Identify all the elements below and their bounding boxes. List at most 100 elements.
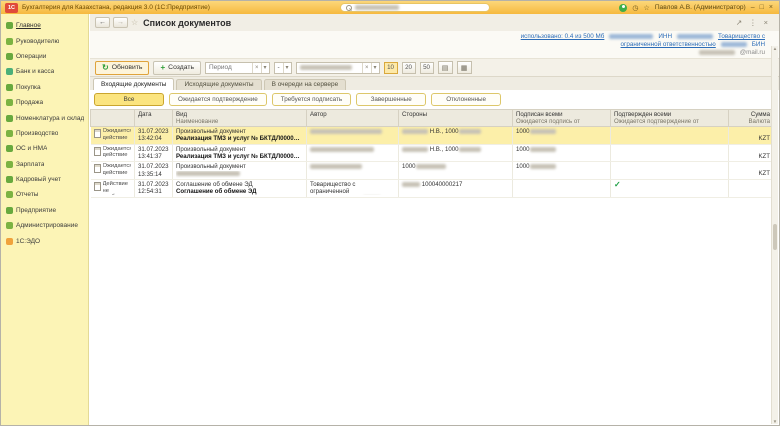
- cell-date: 31.07.202313:41:37: [135, 144, 173, 162]
- close-icon[interactable]: ×: [769, 4, 773, 11]
- col-kind[interactable]: ВидНаименование: [173, 110, 307, 127]
- redacted-party: [459, 147, 481, 152]
- col-confirmed[interactable]: Подтвержден всемиОжидается подтверждение…: [611, 110, 729, 127]
- sidebar-item-purchase[interactable]: Покупка: [1, 80, 88, 95]
- sidebar-item-label: Зарплата: [16, 161, 44, 168]
- col-sum[interactable]: СуммаВалюта: [729, 110, 774, 127]
- page-size-10-button[interactable]: 10: [384, 62, 398, 74]
- cell-confirmed: [611, 162, 729, 180]
- filter-needs-signature[interactable]: Требуется подписать: [272, 93, 351, 106]
- more-icon[interactable]: ⋮: [749, 18, 757, 27]
- vertical-scrollbar[interactable]: ▲ ▼: [771, 46, 778, 424]
- filter-all[interactable]: Все: [94, 93, 164, 106]
- cell-signed: 1000: [513, 127, 611, 145]
- scroll-down-icon[interactable]: ▼: [772, 419, 778, 424]
- maximize-icon[interactable]: □: [760, 4, 764, 11]
- org-link-line1[interactable]: Товарищество с: [718, 33, 765, 40]
- sidebar-item-reports[interactable]: Отчеты: [1, 187, 88, 202]
- user-icon[interactable]: [619, 4, 627, 12]
- redacted-inn: [677, 34, 713, 39]
- sidebar-item-inventory[interactable]: Номенклатура и склад: [1, 110, 88, 125]
- org-link-line2[interactable]: ограниченной ответственностью: [621, 41, 716, 48]
- doc-kind-clear-icon[interactable]: ×: [362, 63, 371, 73]
- col-author[interactable]: Автор: [307, 110, 399, 127]
- filter-completed[interactable]: Завершенные: [356, 93, 426, 106]
- sidebar-item-label: Покупка: [16, 84, 41, 91]
- table-row[interactable]: Ожидается действие 31.07.202313:41:37 Пр…: [91, 144, 774, 162]
- usage-link[interactable]: использовано: 0.4 из 500 Мб: [521, 33, 605, 40]
- period-clear-icon[interactable]: ×: [252, 63, 261, 73]
- col-parties[interactable]: Стороны: [399, 110, 513, 127]
- period-field[interactable]: × ▾: [205, 62, 270, 74]
- sidebar-item-sales[interactable]: Продажа: [1, 95, 88, 110]
- page-size-20-button[interactable]: 20: [402, 62, 416, 74]
- scrollbar-thumb[interactable]: [773, 224, 777, 250]
- inn-label: ИНН: [658, 33, 672, 40]
- list-view-button[interactable]: ▤: [438, 61, 453, 74]
- combo-dropdown-icon[interactable]: ▾: [283, 63, 291, 73]
- sidebar-item-administration[interactable]: Администрирование: [1, 218, 88, 233]
- titlebar-icons: ◷ ☆ Павлов А.В. (Администратор) – □ ×: [619, 4, 775, 12]
- fixed-assets-icon: [6, 145, 13, 152]
- current-user[interactable]: Павлов А.В. (Администратор): [655, 4, 746, 11]
- col-status[interactable]: [91, 110, 135, 127]
- document-icon: [94, 129, 101, 138]
- close-form-icon[interactable]: ×: [764, 18, 768, 27]
- filter-rejected[interactable]: Отклоненные: [431, 93, 501, 106]
- open-in-window-icon[interactable]: ↗: [736, 18, 742, 27]
- tab-incoming[interactable]: Входящие документы: [93, 78, 174, 90]
- tab-outgoing[interactable]: Исходящие документы: [176, 79, 261, 90]
- col-date[interactable]: Дата: [135, 110, 173, 127]
- sidebar-item-label: Банк и касса: [16, 68, 54, 75]
- period-dropdown-icon[interactable]: ▾: [261, 63, 269, 73]
- inventory-icon: [6, 115, 13, 122]
- history-icon[interactable]: ◷: [632, 4, 638, 12]
- favorites-icon[interactable]: ☆: [644, 4, 650, 12]
- cell-author: [307, 162, 399, 180]
- redacted-author: [310, 147, 374, 152]
- table-row[interactable]: Ожидается действие 31.07.202313:42:04 Пр…: [91, 127, 774, 145]
- minimize-icon[interactable]: –: [751, 4, 755, 11]
- production-icon: [6, 130, 13, 137]
- redacted-search-text: [355, 5, 399, 10]
- sidebar-item-fixed-assets[interactable]: ОС и НМА: [1, 141, 88, 156]
- bin-label: БИН: [752, 41, 765, 48]
- sidebar-item-label: Продажа: [16, 99, 43, 106]
- period-input[interactable]: [206, 64, 252, 71]
- sidebar-item-bank-cash[interactable]: Банк и касса: [1, 64, 88, 79]
- doc-kind-dropdown-icon[interactable]: ▾: [371, 63, 379, 73]
- cell-signed: [513, 179, 611, 197]
- table-row[interactable]: Ожидается действие 31.07.202313:35:14 Пр…: [91, 162, 774, 180]
- sidebar-item-enterprise[interactable]: Предприятие: [1, 203, 88, 218]
- sidebar-item-salary[interactable]: Зарплата: [1, 157, 88, 172]
- redacted-sign: [530, 164, 556, 169]
- doc-kind-field[interactable]: × ▾: [296, 62, 380, 74]
- create-button[interactable]: + Создать: [153, 61, 201, 75]
- sidebar-item-main[interactable]: Главное: [1, 18, 88, 33]
- scroll-up-icon[interactable]: ▲: [772, 46, 778, 51]
- refresh-button[interactable]: ↻ Обновить: [95, 61, 149, 75]
- cell-sum: KZT: [729, 162, 774, 180]
- tab-server-queue[interactable]: В очереди на сервере: [264, 79, 347, 90]
- sidebar-item-manager[interactable]: Руководителю: [1, 33, 88, 48]
- back-button[interactable]: ←: [95, 17, 110, 28]
- filter-awaiting-confirmation[interactable]: Ожидается подтверждение: [169, 93, 267, 106]
- sidebar-item-hr[interactable]: Кадровый учет: [1, 172, 88, 187]
- main-area: ← → ☆ Список документов ↗ ⋮ × использова…: [90, 14, 779, 425]
- sidebar-item-operations[interactable]: Операции: [1, 49, 88, 64]
- table-row[interactable]: Действие не требуется 31.07.202312:54:31…: [91, 179, 774, 197]
- col-signed[interactable]: Подписан всемиОжидается подпись от: [513, 110, 611, 127]
- grid-view-button[interactable]: ▦: [457, 61, 472, 74]
- sidebar-item-production[interactable]: Производство: [1, 126, 88, 141]
- forward-button[interactable]: →: [113, 17, 128, 28]
- redacted-author: [310, 164, 362, 169]
- cell-date: 31.07.202312:54:31: [135, 179, 173, 197]
- compare-combo[interactable]: - ▾: [274, 62, 292, 74]
- sidebar-item-edo[interactable]: 1С:ЭДО: [1, 233, 88, 248]
- page-size-50-button[interactable]: 50: [420, 62, 434, 74]
- favorite-star-icon[interactable]: ☆: [131, 18, 138, 27]
- titlebar: 1С Бухгалтерия для Казахстана, редакция …: [1, 1, 779, 14]
- global-search-input[interactable]: [340, 3, 490, 12]
- redacted-sign: [530, 147, 556, 152]
- cell-author: [307, 127, 399, 145]
